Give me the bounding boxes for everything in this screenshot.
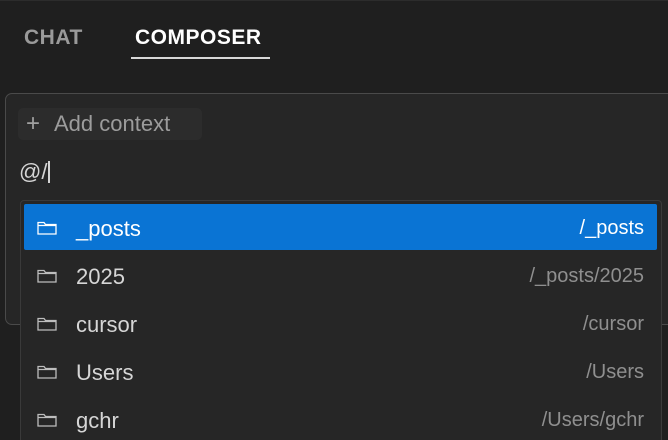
text-caret — [48, 161, 51, 183]
folder-icon — [37, 221, 57, 235]
folder-icon — [37, 365, 57, 379]
tab-chat[interactable]: CHAT — [24, 26, 83, 50]
folder-icon — [37, 317, 57, 331]
suggestion-path: /cursor — [582, 313, 644, 335]
add-context-button[interactable]: + Add context — [18, 108, 202, 140]
active-tab-indicator — [131, 57, 270, 59]
composer-input[interactable]: @/ — [19, 159, 51, 185]
suggestion-path: /_posts/2025 — [529, 265, 644, 287]
suggestion-name: 2025 — [76, 264, 125, 289]
tab-composer[interactable]: COMPOSER — [135, 26, 262, 50]
suggestion-name: Users — [76, 360, 134, 385]
suggestion-name: _posts — [76, 216, 141, 241]
tab-bar: CHAT COMPOSER — [0, 0, 668, 64]
plus-icon: + — [26, 110, 41, 137]
composer-window: CHAT COMPOSER + Add context @/ _posts /_… — [0, 0, 668, 440]
add-context-label: Add context — [54, 111, 171, 136]
suggestion-item-users[interactable]: Users /Users — [24, 348, 657, 394]
folder-icon — [37, 413, 57, 427]
composer-input-value: @/ — [19, 159, 48, 184]
suggestion-path: /Users/gchr — [541, 409, 644, 431]
suggestion-item-posts[interactable]: _posts /_posts — [24, 204, 657, 250]
folder-icon — [37, 269, 57, 283]
suggestion-item-cursor[interactable]: cursor /cursor — [24, 300, 657, 346]
suggestion-name: cursor — [76, 312, 138, 337]
suggestion-item-2025[interactable]: 2025 /_posts/2025 — [24, 252, 657, 298]
suggestion-path: /Users — [586, 361, 644, 383]
suggestion-name: gchr — [76, 408, 119, 433]
suggestion-path: /_posts — [579, 217, 644, 239]
suggestion-item-gchr[interactable]: gchr /Users/gchr — [24, 396, 657, 440]
